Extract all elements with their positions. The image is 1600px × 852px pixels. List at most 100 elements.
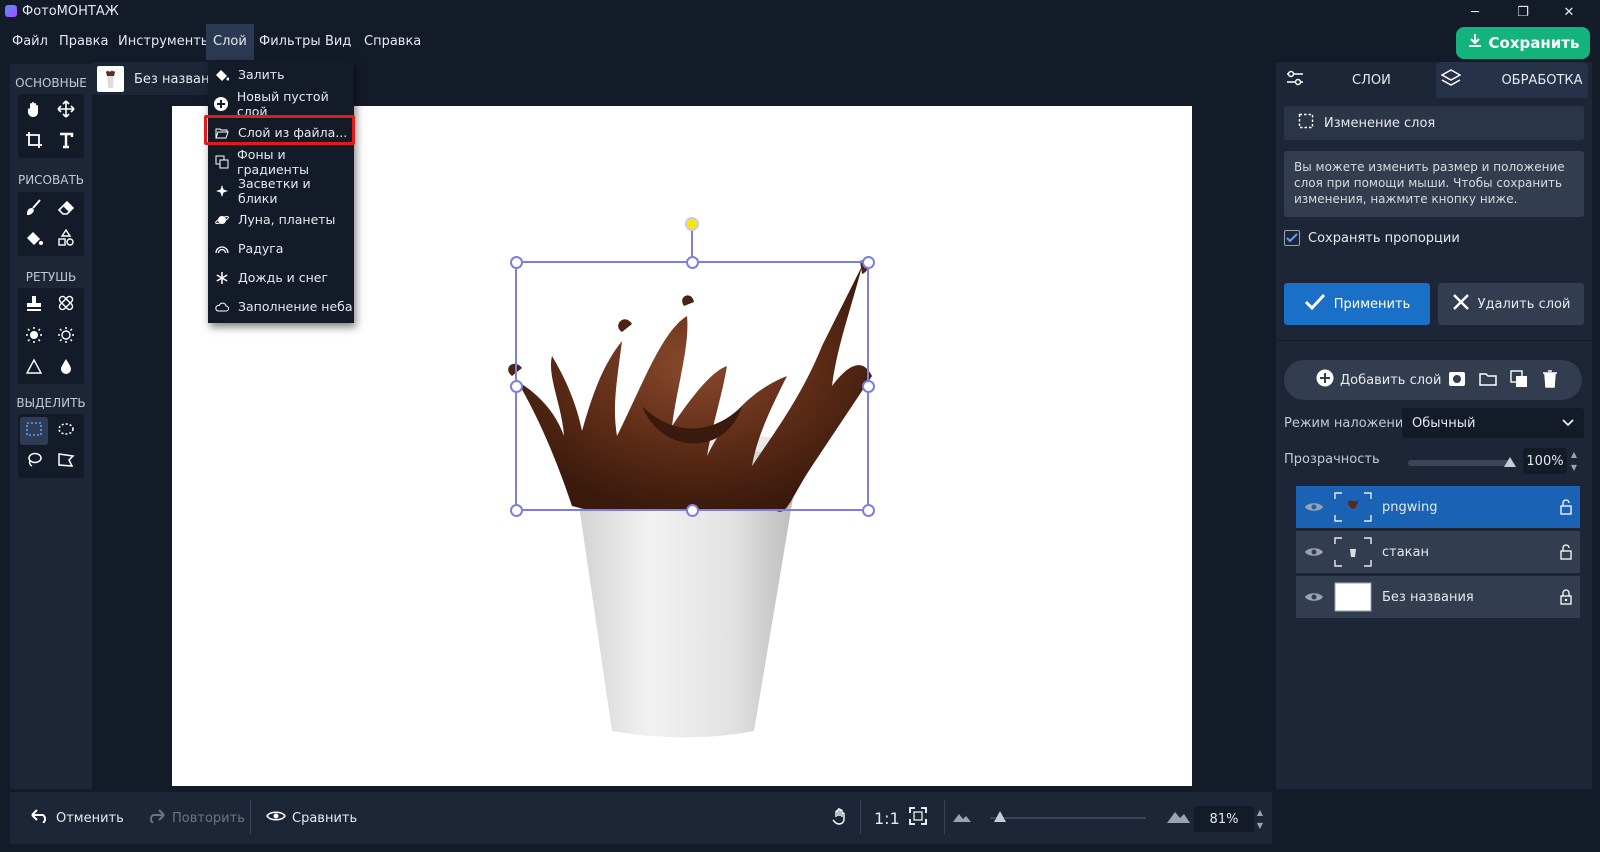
resize-handle-bottom-left[interactable] [510, 504, 523, 517]
minimize-button[interactable]: ─ [1452, 0, 1498, 24]
close-button[interactable]: ✕ [1546, 0, 1592, 24]
zoom-slider-track[interactable] [990, 817, 1146, 819]
resize-handle-top[interactable] [686, 256, 699, 269]
save-button[interactable]: Сохранить [1456, 27, 1590, 59]
menu-tools[interactable]: Инструменты [111, 24, 218, 60]
compare-button[interactable]: Сравнить [266, 808, 357, 828]
apply-button[interactable]: Применить [1284, 283, 1430, 325]
delete-layer-button[interactable]: Удалить слой [1438, 283, 1584, 325]
hand-icon [25, 100, 43, 122]
text-tool[interactable] [52, 128, 80, 156]
restore-button[interactable]: ❐ [1500, 0, 1546, 24]
unlock-icon[interactable] [1552, 544, 1580, 560]
blur-tool[interactable] [52, 355, 80, 383]
zoom-out-button[interactable] [952, 808, 972, 828]
pan-reset-button[interactable] [830, 808, 850, 828]
zoom-stepper[interactable]: ▲ ▼ [1254, 806, 1266, 832]
opacity-input[interactable]: 100% [1523, 448, 1567, 474]
fit-screen-button[interactable] [908, 807, 928, 828]
menu-filters[interactable]: Фильтры [252, 24, 328, 60]
delete-layer-icon-button[interactable] [1540, 370, 1560, 391]
menu-item-label: Радуга [238, 241, 284, 256]
tab-processing[interactable]: ОБРАБОТКА [1436, 62, 1588, 98]
checkbox-checked-icon[interactable] [1284, 230, 1300, 246]
unlock-icon[interactable] [1552, 499, 1580, 515]
menu-item-backgrounds-gradients[interactable]: Фоны и градиенты [208, 147, 354, 177]
menu-item-light-flares[interactable]: Засветки и блики [208, 176, 354, 206]
change-layer-button[interactable]: Изменение слоя [1284, 106, 1584, 140]
planet-icon [214, 212, 230, 228]
stamp-tool[interactable] [20, 291, 48, 319]
menu-item-fill[interactable]: Залить [208, 60, 354, 89]
resize-handle-top-right[interactable] [862, 256, 875, 269]
rotate-handle[interactable] [685, 217, 699, 231]
eye-icon[interactable] [1300, 590, 1328, 604]
menu-item-rainbow[interactable]: Радуга [208, 234, 354, 263]
menu-file[interactable]: Файл [5, 24, 55, 60]
healing-tool[interactable] [52, 291, 80, 319]
brighten-tool[interactable] [20, 323, 48, 351]
zoom-input[interactable]: 81% [1194, 806, 1254, 832]
resize-handle-bottom[interactable] [686, 504, 699, 517]
opacity-slider-track[interactable] [1408, 460, 1512, 466]
darken-tool[interactable] [52, 323, 80, 351]
drop-icon [57, 358, 75, 380]
eraser-tool[interactable] [52, 195, 80, 223]
menu-item-sky-fill[interactable]: Заполнение неба [208, 292, 354, 321]
lock-icon[interactable] [1552, 589, 1580, 605]
add-layer-button[interactable]: Добавить слой [1316, 369, 1441, 391]
resize-handle-right[interactable] [862, 380, 875, 393]
ellipse-select-icon [57, 420, 75, 442]
tab-layers-label: СЛОИ [1352, 72, 1391, 88]
menu-view[interactable]: Вид [318, 24, 358, 60]
eye-icon[interactable] [1300, 545, 1328, 559]
lasso-tool[interactable] [20, 448, 48, 476]
zoom-slider-thumb[interactable] [994, 811, 1006, 822]
layer-row-cup[interactable]: стакан [1296, 531, 1580, 573]
polygon-lasso-tool[interactable] [52, 448, 80, 476]
menu-help[interactable]: Справка [357, 24, 428, 60]
sharpen-tool[interactable] [20, 355, 48, 383]
menu-item-new-empty-layer[interactable]: Новый пустой слой [208, 89, 354, 119]
opacity-slider-thumb[interactable] [1504, 457, 1516, 467]
crop-icon [25, 131, 43, 153]
open-layer-file-button[interactable] [1478, 371, 1498, 391]
zoom-in-button[interactable] [1166, 808, 1190, 828]
layer-row-pngwing[interactable]: pngwing [1296, 486, 1580, 528]
layer-row-background[interactable]: Без названия [1296, 576, 1580, 618]
brush-tool[interactable] [20, 195, 48, 223]
menu-edit[interactable]: Правка [52, 24, 115, 60]
shapes-tool[interactable] [52, 226, 80, 254]
layers-stack-icon [1440, 69, 1462, 91]
stepper-down-icon[interactable]: ▼ [1257, 821, 1263, 830]
sun-outline-icon [57, 326, 75, 348]
layer-mask-button[interactable] [1447, 371, 1467, 391]
tab-layers[interactable]: СЛОИ [1278, 62, 1428, 98]
fill-tool[interactable] [20, 226, 48, 254]
stepper-up-icon[interactable]: ▲ [1257, 808, 1263, 817]
resize-handle-bottom-right[interactable] [862, 504, 875, 517]
resize-handle-top-left[interactable] [510, 256, 523, 269]
rect-select-tool[interactable] [20, 417, 48, 445]
eye-icon[interactable] [1300, 500, 1328, 514]
crop-tool[interactable] [20, 128, 48, 156]
section-basic-label: ОСНОВНЫЕ [15, 76, 87, 90]
stepper-down-icon[interactable]: ▼ [1571, 463, 1577, 472]
menu-item-rain-snow[interactable]: Дождь и снег [208, 263, 354, 292]
menu-item-moon-planets[interactable]: Луна, планеты [208, 205, 354, 234]
menu-layer[interactable]: Слой [206, 24, 254, 60]
opacity-stepper[interactable]: ▲ ▼ [1568, 448, 1580, 474]
hand-tool[interactable] [20, 97, 48, 125]
ellipse-select-tool[interactable] [52, 417, 80, 445]
redo-button[interactable]: Повторить [146, 808, 245, 828]
keep-ratio-checkbox[interactable]: Сохранять пропорции [1284, 230, 1460, 246]
duplicate-layer-button[interactable] [1509, 370, 1529, 391]
resize-handle-left[interactable] [510, 380, 523, 393]
undo-button[interactable]: Отменить [30, 808, 124, 828]
actual-size-button[interactable]: 1:1 [874, 808, 900, 828]
stepper-up-icon[interactable]: ▲ [1571, 450, 1577, 459]
hint-text: Вы можете изменить размер и положение сл… [1284, 151, 1584, 217]
move-tool[interactable] [52, 97, 80, 125]
triangle-icon [25, 358, 43, 380]
blend-mode-select[interactable]: Обычный [1402, 408, 1584, 438]
